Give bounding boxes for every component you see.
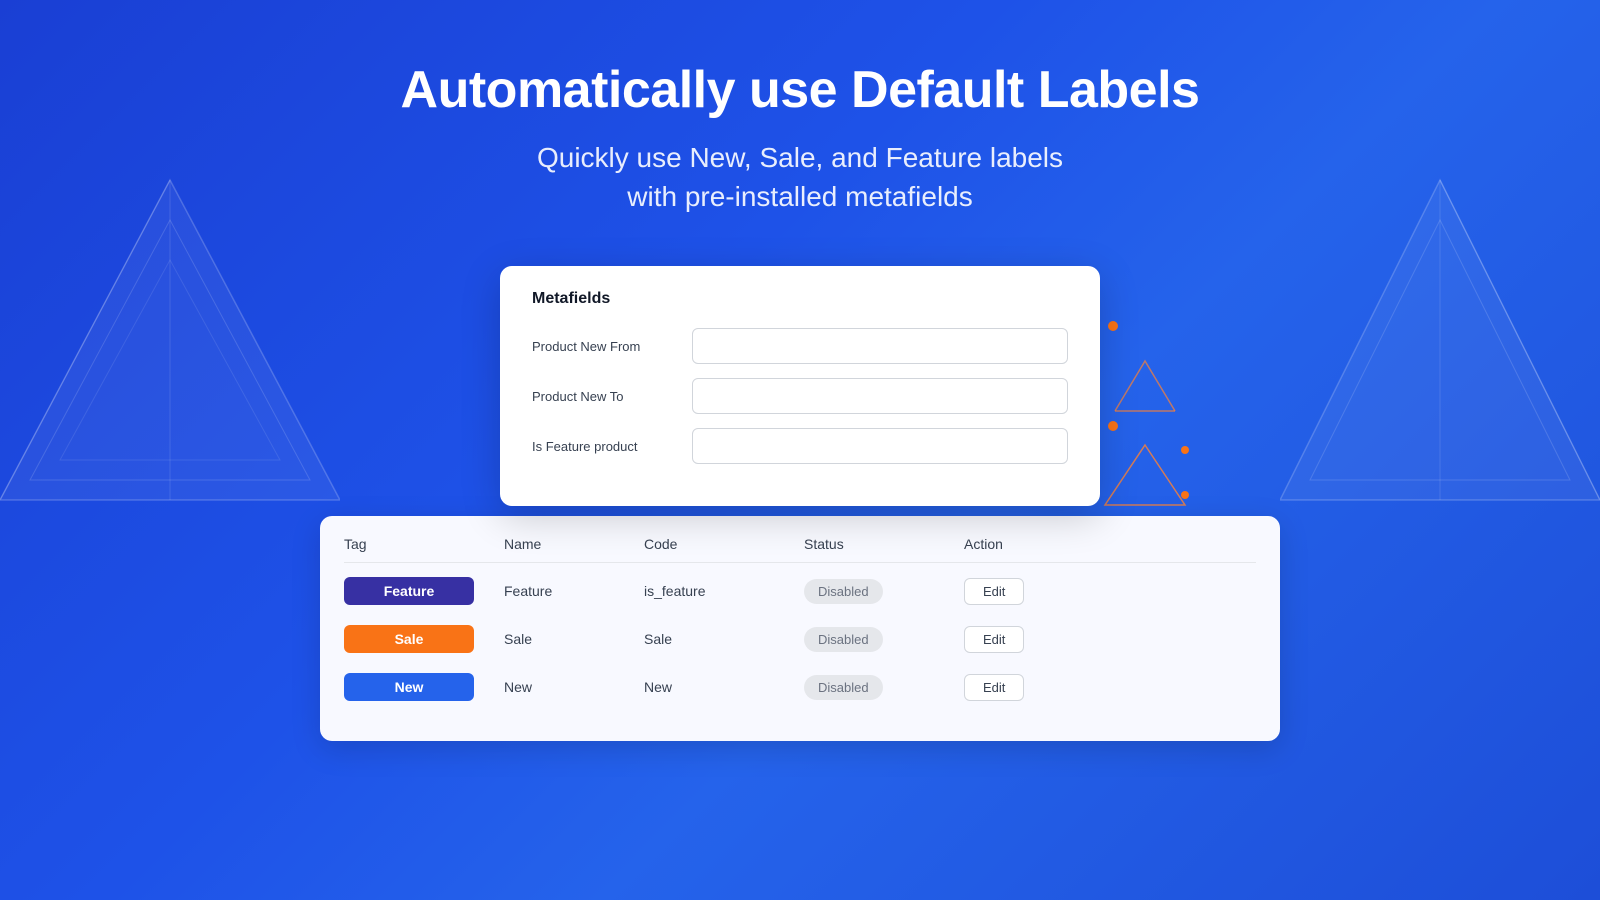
edit-button-sale[interactable]: Edit	[964, 626, 1024, 653]
metafield-label-2: Product New To	[532, 389, 692, 404]
labels-table-wrapper: Tag Name Code Status Action Feature Feat…	[320, 516, 1280, 741]
status-badge-feature: Disabled	[804, 579, 883, 604]
status-badge-new: Disabled	[804, 675, 883, 700]
table-row: New New New Disabled Edit	[344, 663, 1256, 711]
col-header-name: Name	[504, 536, 644, 552]
col-header-code: Code	[644, 536, 804, 552]
tag-cell-feature: Feature	[344, 577, 504, 605]
code-cell-new: New	[644, 679, 804, 695]
code-cell-feature: is_feature	[644, 583, 804, 599]
status-cell-new: Disabled	[804, 675, 964, 700]
page-subtitle: Quickly use New, Sale, and Feature label…	[537, 138, 1063, 216]
action-cell-sale[interactable]: Edit	[964, 626, 1084, 653]
metafield-row-3: Is Feature product	[532, 428, 1068, 464]
edit-button-new[interactable]: Edit	[964, 674, 1024, 701]
status-cell-feature: Disabled	[804, 579, 964, 604]
tag-cell-sale: Sale	[344, 625, 504, 653]
action-cell-feature[interactable]: Edit	[964, 578, 1084, 605]
orange-dot-1	[1108, 321, 1118, 331]
metafield-input-1[interactable]	[692, 328, 1068, 364]
metafield-row-1: Product New From	[532, 328, 1068, 364]
name-cell-sale: Sale	[504, 631, 644, 647]
metafield-input-3[interactable]	[692, 428, 1068, 464]
col-header-status: Status	[804, 536, 964, 552]
tag-badge-sale: Sale	[344, 625, 474, 653]
name-cell-feature: Feature	[504, 583, 644, 599]
status-cell-sale: Disabled	[804, 627, 964, 652]
edit-button-feature[interactable]: Edit	[964, 578, 1024, 605]
tag-badge-feature: Feature	[344, 577, 474, 605]
name-cell-new: New	[504, 679, 644, 695]
table-row: Feature Feature is_feature Disabled Edit	[344, 567, 1256, 615]
tag-badge-new: New	[344, 673, 474, 701]
metafield-input-2[interactable]	[692, 378, 1068, 414]
code-cell-sale: Sale	[644, 631, 804, 647]
metafields-card-title: Metafields	[532, 290, 1068, 308]
tag-cell-new: New	[344, 673, 504, 701]
table-header: Tag Name Code Status Action	[344, 536, 1256, 563]
orange-dot-2	[1108, 421, 1118, 431]
action-cell-new[interactable]: Edit	[964, 674, 1084, 701]
col-header-action: Action	[964, 536, 1084, 552]
table-row: Sale Sale Sale Disabled Edit	[344, 615, 1256, 663]
col-header-tag: Tag	[344, 536, 504, 552]
status-badge-sale: Disabled	[804, 627, 883, 652]
metafield-label-1: Product New From	[532, 339, 692, 354]
metafields-card: Metafields Product New From Product New …	[500, 266, 1100, 506]
page-title: Automatically use Default Labels	[401, 60, 1200, 120]
triangle-lines-decoration	[1110, 356, 1180, 416]
metafield-row-2: Product New To	[532, 378, 1068, 414]
page-content: Automatically use Default Labels Quickly…	[0, 0, 1600, 741]
metafield-label-3: Is Feature product	[532, 439, 692, 454]
